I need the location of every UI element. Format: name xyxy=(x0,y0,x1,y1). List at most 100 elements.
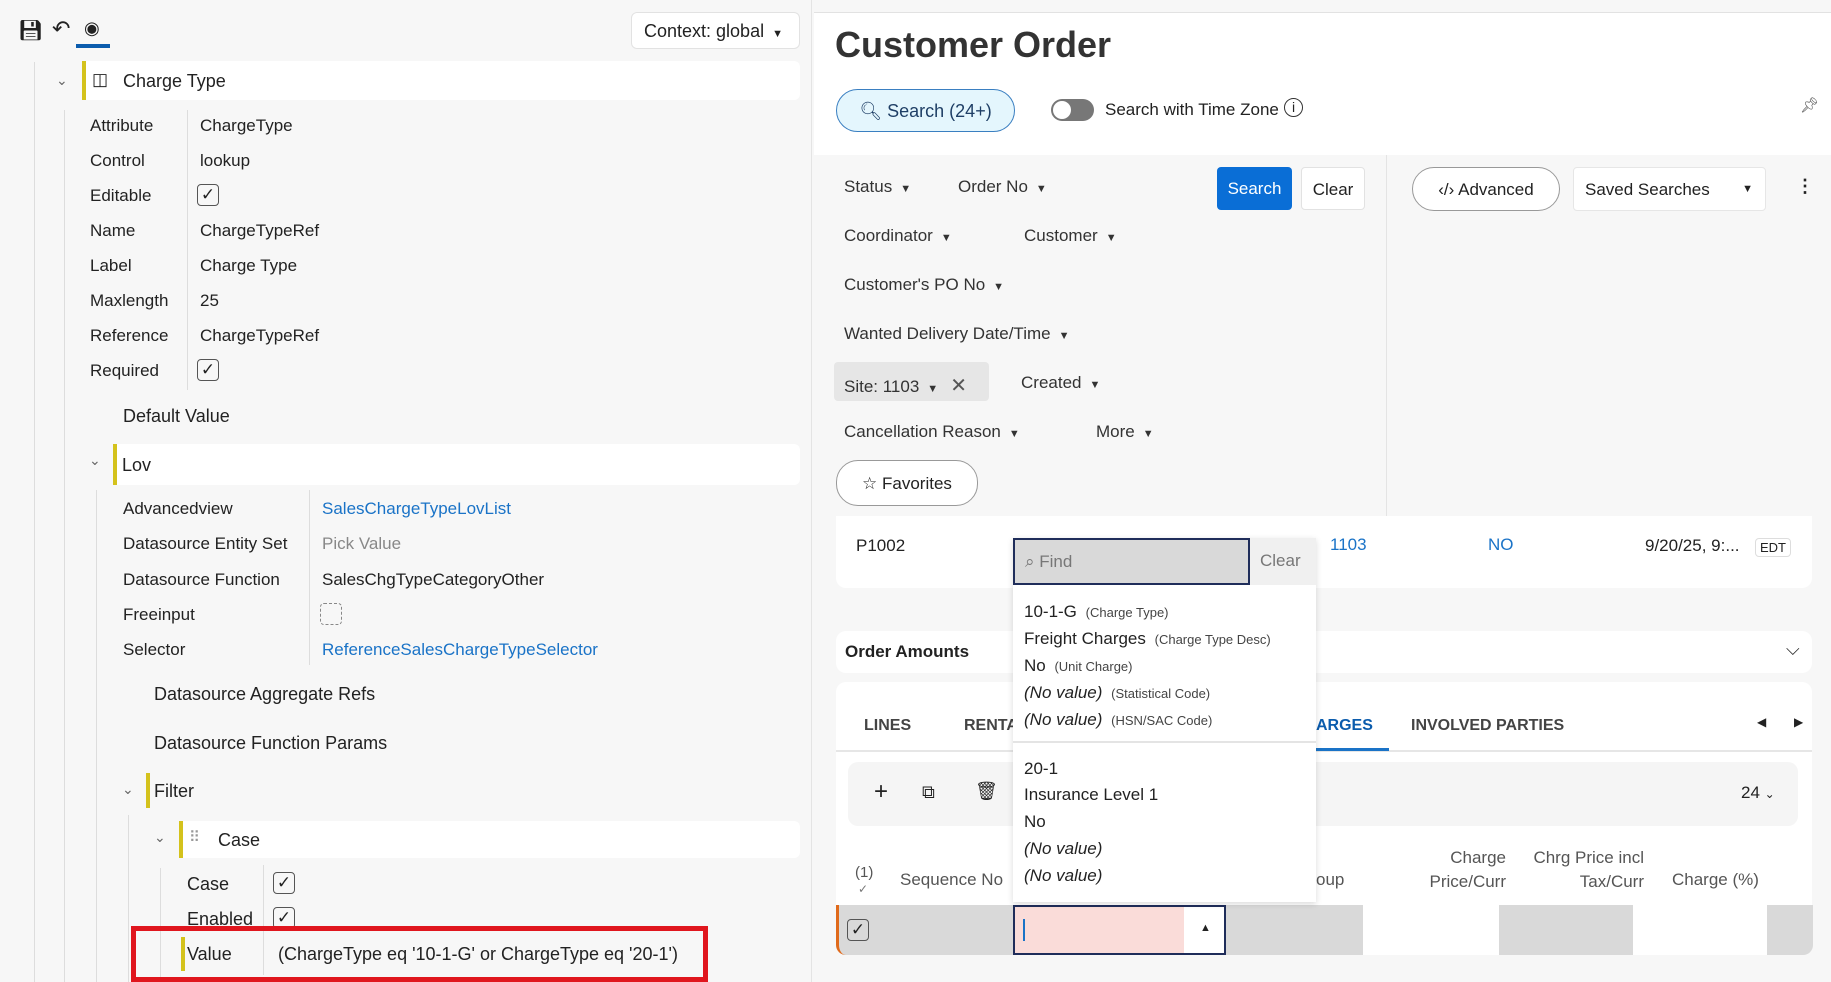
tab-scroll-right-icon[interactable]: ▶ xyxy=(1794,715,1803,729)
flag-link[interactable]: NO xyxy=(1488,535,1514,555)
lookup-option-field[interactable]: Freight Charges (Charge Type Desc) xyxy=(1024,629,1271,649)
tree-node-function-params[interactable]: Datasource Function Params xyxy=(154,733,387,754)
tab-scroll-left-icon[interactable]: ◀ xyxy=(1757,715,1766,729)
prop-label: Reference xyxy=(90,326,169,345)
designer-panel: 💾︎ ↶ ◉ Context: global ▼ ⌄ ◫ Charge Type … xyxy=(0,0,812,982)
filter-chip[interactable]: Coordinator ▼ xyxy=(844,226,952,246)
filter-chip[interactable]: Status ▼ xyxy=(844,177,911,197)
prop-value[interactable]: ChargeType xyxy=(200,116,293,136)
undo-icon[interactable]: ↶ xyxy=(52,16,70,42)
tree-node-filter[interactable]: Filter xyxy=(154,781,194,802)
tree-node-default-value[interactable]: Default Value xyxy=(123,406,230,427)
filter-chip[interactable]: Wanted Delivery Date/Time ▼ xyxy=(844,324,1069,344)
prop-value[interactable]: lookup xyxy=(200,151,250,171)
collapse-chevron-icon[interactable]: ⌄ xyxy=(154,829,166,846)
filter-chip[interactable]: Cancellation Reason ▼ xyxy=(844,422,1020,442)
page-size: 24 xyxy=(1741,783,1760,802)
delete-icon[interactable]: 🗑︎ xyxy=(975,781,998,802)
lookup-option-field[interactable]: No (Unit Charge) xyxy=(1024,656,1133,676)
filter-chip[interactable]: Customer ▼ xyxy=(1024,226,1117,246)
page-title: Customer Order xyxy=(835,24,1112,65)
search-panel-toggle[interactable]: 🔍︎ Search (24+) xyxy=(836,89,1015,132)
preview-icon[interactable]: ◉ xyxy=(84,18,100,39)
lookup-option-field[interactable]: (No value) xyxy=(1024,839,1102,859)
duplicate-icon[interactable]: ⧉ xyxy=(922,782,935,803)
column-header-charge-price[interactable]: Charge Price/Curr xyxy=(1416,846,1506,894)
advanced-button[interactable]: ‹/› Advanced xyxy=(1412,167,1560,211)
tree-node-charge-type[interactable]: ◫ Charge Type xyxy=(82,61,800,100)
context-label: Context: global xyxy=(644,21,765,41)
saved-searches-dropdown[interactable]: Saved Searches ▼ xyxy=(1573,167,1766,211)
prop-value[interactable]: SalesChargeTypeLovList xyxy=(322,499,511,519)
prop-value[interactable]: 25 xyxy=(200,291,219,311)
order-amounts-section[interactable]: Order Amounts ⌵ xyxy=(836,631,1812,673)
lookup-option-field[interactable]: 20-1 xyxy=(1024,759,1058,779)
collapse-chevron-icon[interactable]: ⌄ xyxy=(122,781,134,798)
drag-handle-icon[interactable]: ⠿ xyxy=(189,828,200,846)
filter-chip[interactable]: Order No ▼ xyxy=(958,177,1047,197)
prop-value[interactable]: SalesChgTypeCategoryOther xyxy=(322,570,544,590)
prop-checkbox[interactable]: ✓ xyxy=(197,184,219,206)
column-header-charge-pct[interactable]: Charge (%) xyxy=(1672,870,1759,890)
more-options-icon[interactable]: ⋮ xyxy=(1796,176,1814,197)
prop-label: Required xyxy=(90,361,159,380)
clear-button[interactable]: Clear xyxy=(1301,167,1365,210)
tab-lines[interactable]: LINES xyxy=(864,717,911,735)
favorites-button[interactable]: ☆ Favorites xyxy=(836,460,978,506)
lookup-option-field[interactable]: Insurance Level 1 xyxy=(1024,785,1158,805)
lookup-option-field[interactable]: No xyxy=(1024,812,1046,832)
tree-node-lov[interactable]: Lov xyxy=(113,444,800,485)
option-value: No xyxy=(1024,812,1046,831)
filter-chip[interactable]: Customer's PO No ▼ xyxy=(844,275,1004,295)
field-icon: ◫ xyxy=(92,70,109,89)
tree-node-aggregate-refs[interactable]: Datasource Aggregate Refs xyxy=(154,684,375,705)
tab-charges[interactable]: ARGES xyxy=(1316,717,1373,735)
save-icon[interactable]: 💾︎ xyxy=(18,18,43,43)
prop-checkbox[interactable] xyxy=(320,603,342,625)
lookup-option-field[interactable]: (No value) (Statistical Code) xyxy=(1024,683,1210,703)
lookup-toggle-icon[interactable]: ▲ xyxy=(1200,922,1211,934)
filter-chip[interactable]: Created ▼ xyxy=(1021,373,1100,393)
prop-value[interactable]: Charge Type xyxy=(200,256,297,276)
info-icon[interactable]: i xyxy=(1284,98,1303,117)
chip-label: Status xyxy=(844,177,893,196)
expand-chevron-icon[interactable]: ⌵ xyxy=(1786,639,1800,660)
find-input[interactable]: ⌕ Find xyxy=(1013,538,1250,585)
context-dropdown[interactable]: Context: global ▼ xyxy=(631,12,800,49)
filter-chip[interactable]: More ▼ xyxy=(1096,422,1154,442)
tree-node-case[interactable]: ⠿ Case xyxy=(179,821,800,858)
prop-value[interactable]: ReferenceSalesChargeTypeSelector xyxy=(322,640,598,660)
collapse-chevron-icon[interactable]: ⌄ xyxy=(89,452,101,469)
timezone-label: Search with Time Zone xyxy=(1105,100,1279,119)
column-header-price-incl-tax[interactable]: Chrg Price incl Tax/Curr xyxy=(1526,846,1644,894)
search-button[interactable]: Search xyxy=(1217,167,1292,210)
case-checkbox[interactable]: ✓ xyxy=(273,872,295,894)
lookup-option-field[interactable]: (No value) xyxy=(1024,866,1102,886)
prop-value[interactable]: Pick Value xyxy=(322,534,401,554)
prop-label: Label xyxy=(90,256,132,275)
timezone-toggle[interactable] xyxy=(1051,99,1094,121)
prop-value[interactable]: ChargeTypeRef xyxy=(200,326,319,346)
tab-involved-parties[interactable]: INVOLVED PARTIES xyxy=(1411,717,1564,735)
charge-type-input[interactable]: ▲ xyxy=(1013,905,1226,955)
lookup-option-field[interactable]: 10-1-G (Charge Type) xyxy=(1024,602,1169,622)
site-link[interactable]: 1103 xyxy=(1330,535,1367,555)
collapse-chevron-icon[interactable]: ⌄ xyxy=(56,72,68,89)
order-record-card[interactable]: P1002 1103 NO 9/20/25, 9:... EDT xyxy=(836,516,1812,588)
column-header-group[interactable]: oup xyxy=(1316,870,1344,890)
lookup-clear-button[interactable]: Clear xyxy=(1250,538,1316,585)
prop-checkbox[interactable]: ✓ xyxy=(197,359,219,381)
prop-label: Freeinput xyxy=(123,605,195,624)
filter-chip[interactable]: Site: 1103 ▼ ✕ xyxy=(834,362,989,401)
page-size-dropdown[interactable]: 24 ⌄ xyxy=(1741,783,1775,803)
add-icon[interactable]: + xyxy=(874,778,888,806)
tab-rental[interactable]: RENTA xyxy=(964,717,1018,735)
remove-icon[interactable]: ✕ xyxy=(950,375,967,397)
prop-value[interactable]: ChargeTypeRef xyxy=(200,221,319,241)
row-checkbox[interactable]: ✓ xyxy=(847,919,869,941)
pin-icon[interactable]: 📌︎ xyxy=(1800,96,1819,114)
select-all-icon[interactable]: ✓ xyxy=(858,882,868,896)
option-value: (No value) xyxy=(1024,710,1103,729)
column-header-sequence[interactable]: Sequence No xyxy=(900,870,1003,890)
lookup-option-field[interactable]: (No value) (HSN/SAC Code) xyxy=(1024,710,1212,730)
